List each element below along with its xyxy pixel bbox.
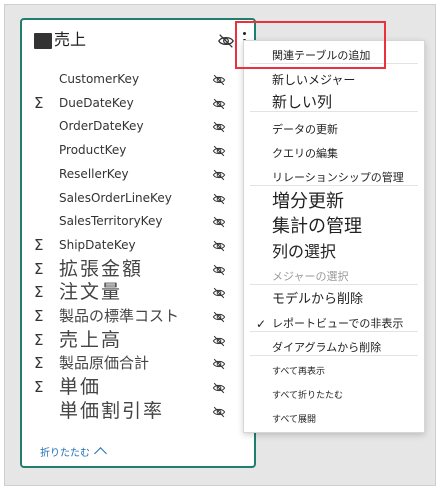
menu-item-label: 集計の管理 bbox=[272, 216, 362, 237]
field-row[interactable]: Σ 製品の標準コスト bbox=[22, 305, 258, 328]
menu-item[interactable]: データの更新 bbox=[244, 119, 424, 141]
menu-item[interactable]: 新しい列 bbox=[244, 91, 424, 113]
menu-item-label: モデルから削除 bbox=[272, 292, 364, 307]
sigma-icon: Σ bbox=[34, 378, 44, 397]
eye-off-icon[interactable] bbox=[210, 120, 228, 134]
menu-item[interactable]: クエリの編集 bbox=[244, 143, 424, 165]
sigma-icon: Σ bbox=[34, 354, 44, 373]
field-label: OrderDateKey bbox=[59, 119, 144, 134]
field-label: SalesOrderLineKey bbox=[59, 190, 172, 205]
sigma-icon: Σ bbox=[34, 307, 44, 325]
menu-item[interactable]: 増分更新 bbox=[244, 191, 424, 213]
eye-off-icon[interactable] bbox=[210, 97, 228, 111]
eye-off-icon[interactable] bbox=[210, 239, 228, 253]
table-card[interactable]: 売上 CustomerKey Σ DueDateKey OrderDateKey Pro… bbox=[20, 18, 256, 468]
field-row[interactable]: SalesOrderLineKey bbox=[22, 187, 258, 210]
eye-off-icon[interactable] bbox=[210, 334, 228, 348]
eye-off-icon[interactable] bbox=[210, 215, 228, 229]
field-label: 単価割引率 bbox=[59, 399, 165, 422]
eye-off-icon[interactable] bbox=[210, 310, 228, 324]
menu-item-label: すべて展開 bbox=[272, 415, 317, 425]
menu-item[interactable]: ダイアグラムから削除 bbox=[244, 337, 424, 359]
sigma-icon: Σ bbox=[34, 235, 44, 254]
field-row[interactable]: 単価割引率 bbox=[22, 400, 258, 423]
table-card-header[interactable]: 売上 bbox=[22, 20, 254, 60]
menu-item-label: レポートビューでの非表示 bbox=[272, 317, 404, 330]
menu-item[interactable]: リレーションシップの管理 bbox=[244, 167, 424, 189]
menu-item-label: リレーションシップの管理 bbox=[272, 171, 404, 184]
field-label: CustomerKey bbox=[59, 72, 140, 86]
field-label: 製品の標準コスト bbox=[59, 307, 180, 325]
menu-item-label: メジャーの選択 bbox=[272, 270, 349, 283]
field-row[interactable]: OrderDateKey bbox=[22, 115, 258, 138]
eye-off-icon[interactable] bbox=[210, 144, 228, 158]
field-label: ResellerKey bbox=[59, 166, 129, 181]
field-row[interactable]: ResellerKey bbox=[22, 163, 258, 186]
menu-item-label: ダイアグラムから削除 bbox=[272, 341, 382, 354]
table-icon bbox=[34, 33, 52, 49]
table-title: 売上 bbox=[54, 30, 87, 49]
menu-item[interactable]: すべて折りたたむ bbox=[244, 385, 424, 407]
field-label: 拡張金額 bbox=[59, 257, 144, 280]
eye-off-icon[interactable] bbox=[217, 32, 235, 50]
menu-item-label: クエリの編集 bbox=[272, 147, 338, 160]
field-label: 単価 bbox=[59, 376, 102, 399]
field-row[interactable]: Σ 売上高 bbox=[22, 329, 258, 352]
sigma-icon: Σ bbox=[34, 93, 44, 112]
menu-item[interactable]: モデルから削除 bbox=[244, 289, 424, 311]
menu-item[interactable]: すべて展開 bbox=[244, 409, 424, 431]
eye-off-icon[interactable] bbox=[210, 73, 228, 87]
menu-item[interactable]: すべて再表示 bbox=[244, 361, 424, 383]
field-label: 製品原価合計 bbox=[59, 354, 150, 373]
field-row[interactable]: ProductKey bbox=[22, 139, 258, 162]
sigma-icon: Σ bbox=[34, 283, 44, 302]
eye-off-icon[interactable] bbox=[210, 357, 228, 371]
field-row[interactable]: Σ 単価 bbox=[22, 376, 258, 399]
eye-off-icon[interactable] bbox=[210, 168, 228, 182]
sigma-icon: Σ bbox=[34, 330, 44, 349]
eye-off-icon[interactable] bbox=[210, 263, 228, 277]
field-row[interactable]: Σ 製品原価合計 bbox=[22, 352, 258, 375]
eye-off-icon[interactable] bbox=[210, 381, 228, 395]
menu-item-label: すべて再表示 bbox=[272, 367, 326, 377]
field-label: 注文量 bbox=[59, 281, 123, 304]
eye-off-icon[interactable] bbox=[210, 286, 228, 300]
context-menu: 関連テーブルの追加 新しいメジャー 新しい列 データの更新 クエリの編集 リレーションシッ… bbox=[243, 40, 425, 433]
field-row[interactable]: Σ ShipDateKey bbox=[22, 234, 258, 257]
field-label: 売上高 bbox=[59, 328, 123, 351]
sigma-icon: Σ bbox=[34, 259, 44, 278]
chevron-up-icon bbox=[94, 447, 107, 460]
menu-item-label: すべて折りたたむ bbox=[272, 391, 344, 401]
collapse-link[interactable]: 折りたたむ bbox=[40, 444, 107, 460]
menu-item-label: 新しい列 bbox=[272, 93, 333, 111]
menu-item-label: 新しいメジャー bbox=[272, 73, 356, 87]
eye-off-icon[interactable] bbox=[210, 405, 228, 419]
field-row[interactable]: Σ 拡張金額 bbox=[22, 258, 258, 281]
field-row[interactable]: SalesTerritoryKey bbox=[22, 210, 258, 233]
field-row[interactable]: Σ DueDateKey bbox=[22, 92, 258, 115]
menu-item-label: 列の選択 bbox=[272, 242, 337, 261]
field-label: DueDateKey bbox=[59, 95, 134, 110]
field-label: ProductKey bbox=[59, 143, 127, 158]
menu-item[interactable]: 集計の管理 bbox=[244, 216, 424, 238]
highlight-annotation bbox=[235, 21, 386, 69]
eye-off-icon[interactable] bbox=[210, 192, 228, 206]
menu-item: メジャーの選択 bbox=[244, 266, 424, 288]
checkmark-icon: ✓ bbox=[256, 317, 267, 331]
menu-item-label: 増分更新 bbox=[272, 191, 344, 212]
menu-item[interactable]: 列の選択 bbox=[244, 241, 424, 263]
field-label: ShipDateKey bbox=[59, 237, 136, 252]
field-row[interactable]: Σ 注文量 bbox=[22, 281, 258, 304]
collapse-label: 折りたたむ bbox=[40, 448, 90, 459]
menu-item[interactable]: 新しいメジャー bbox=[244, 69, 424, 91]
menu-item-label: データの更新 bbox=[272, 123, 338, 136]
field-row[interactable]: CustomerKey bbox=[22, 68, 258, 91]
field-label: SalesTerritoryKey bbox=[59, 214, 163, 229]
menu-item[interactable]: ✓ レポートビューでの非表示 bbox=[244, 313, 424, 335]
